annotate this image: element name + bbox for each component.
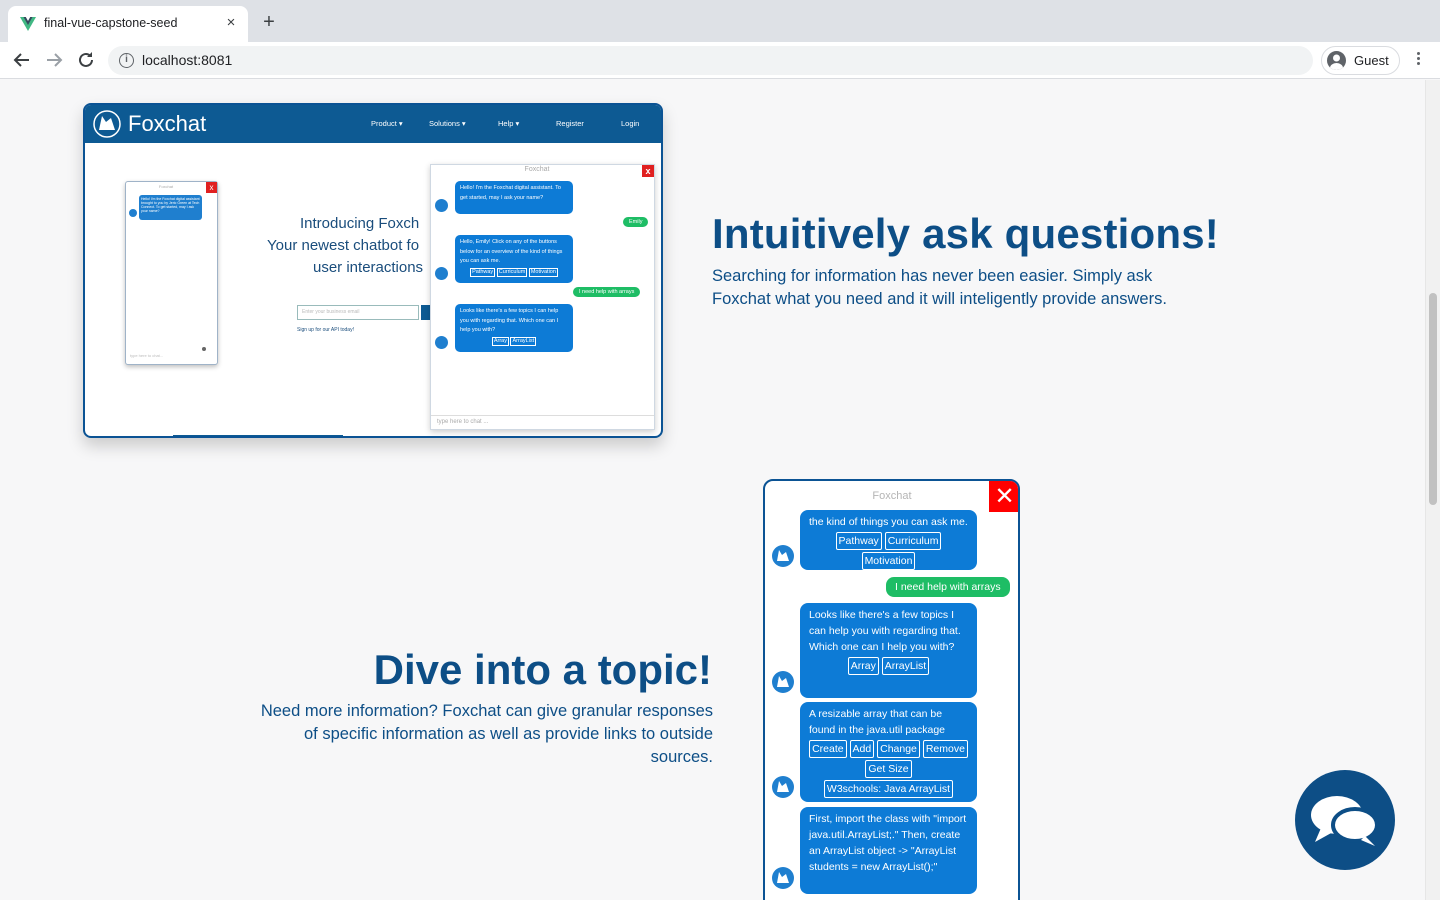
user-message: I need help with arrays — [886, 577, 1010, 597]
screenshot-nav-product: Product ▾ — [371, 119, 403, 128]
screenshot-bot-bubble-2-chips: Pathway Curriculum Motivation — [460, 267, 568, 278]
mini-chat-input: type here to chat... — [130, 353, 164, 358]
screenshot-intro-line-3: user interactions — [313, 259, 424, 276]
screenshot-chat-window: Foxchat x Hello! I'm the Foxchat digital… — [430, 164, 655, 430]
url-text[interactable]: localhost:8081 — [142, 52, 232, 68]
fox-logo-icon — [93, 110, 121, 138]
bot-message-3-text: A resizable array that can be found in t… — [809, 708, 946, 736]
bot-message-1-text: the kind of things you can ask me. — [809, 516, 968, 528]
open-chat-button[interactable] — [1295, 770, 1395, 870]
website-screenshot: Foxchat Product ▾ Solutions ▾ Help ▾ Reg… — [83, 103, 663, 438]
bot-message-3: A resizable array that can be found in t… — [800, 702, 977, 802]
back-arrow-icon[interactable] — [10, 48, 34, 72]
fox-avatar-icon — [772, 671, 794, 693]
screenshot-intro-line-1: Introducing Foxch — [300, 215, 420, 232]
mini-chat-title: Foxchat — [158, 184, 174, 189]
screenshot-chat-close-icon: x — [642, 165, 654, 177]
fox-avatar-icon — [435, 199, 448, 212]
chip-array-button[interactable]: Array — [847, 657, 879, 675]
browser-menu-icon[interactable] — [1409, 50, 1427, 70]
chip-array: Array — [491, 336, 509, 346]
screenshot-nav-help: Help ▾ — [498, 119, 520, 128]
page-scrollbar[interactable] — [1425, 80, 1440, 900]
screenshot-nav-login: Login — [621, 119, 640, 128]
tab-title: final-vue-capstone-seed — [44, 16, 178, 30]
address-bar[interactable]: i localhost:8081 — [108, 46, 1313, 75]
chip-create-button[interactable]: Create — [809, 740, 847, 758]
fox-avatar-icon — [435, 267, 448, 280]
page-content: Foxchat Product ▾ Solutions ▾ Help ▾ Reg… — [0, 80, 1425, 900]
new-tab-button[interactable]: + — [258, 12, 280, 34]
screenshot-navbar: Foxchat Product ▾ Solutions ▾ Help ▾ Reg… — [85, 105, 661, 143]
fox-avatar-icon — [772, 867, 794, 889]
bot-message-4: First, import the class with "import jav… — [800, 807, 977, 894]
chip-motivation-button[interactable]: Motivation — [861, 552, 916, 570]
section-heading-topic: Dive into a topic! — [373, 646, 712, 693]
profile-button[interactable]: Guest — [1321, 46, 1400, 75]
screenshot-nav-register: Register — [556, 119, 584, 128]
browser-tab[interactable]: final-vue-capstone-seed × — [8, 6, 248, 42]
fox-avatar-icon — [772, 776, 794, 798]
chip-w3schools-link[interactable]: W3schools: Java ArrayList — [823, 780, 954, 798]
vue-logo-icon — [20, 17, 36, 31]
chip-remove-button[interactable]: Remove — [922, 740, 968, 758]
screenshot-bot-bubble-3-chips: Array ArrayList — [460, 336, 568, 347]
site-info-icon[interactable]: i — [119, 53, 134, 68]
screenshot-bot-bubble-1: Hello! I'm the Foxchat digital assistant… — [455, 181, 573, 214]
forward-arrow-icon[interactable] — [42, 48, 66, 72]
chip-motivation: Motivation — [528, 267, 558, 277]
mini-chat-bubble: Hello! I'm the Foxchat digital assistant… — [139, 195, 202, 220]
bot-message-2-chips: Array ArrayList — [809, 656, 968, 676]
chip-pathway-button[interactable]: Pathway — [835, 532, 882, 550]
screenshot-bot-bubble-3-text: Looks like there's a few topics I can he… — [460, 308, 559, 333]
bot-message-3-chips: Create Add Change Remove Get Size W3scho… — [809, 739, 968, 799]
guest-avatar-icon — [1327, 51, 1346, 70]
screenshot-intro-line-2: Your newest chatbot fo — [267, 237, 420, 254]
tab-strip: final-vue-capstone-seed × + — [0, 0, 1440, 42]
tab-close-icon[interactable]: × — [222, 14, 240, 32]
chat-window-demo: Foxchat ✕ the kind of things you can ask… — [763, 479, 1020, 900]
screenshot-bottom-bar — [173, 435, 343, 436]
browser-toolbar: i localhost:8081 Guest — [0, 42, 1440, 79]
screenshot-chat-input: type here to chat ... — [431, 415, 654, 429]
section-body-topic: Need more information? Foxchat can give … — [260, 702, 713, 766]
profile-label: Guest — [1354, 53, 1389, 68]
chip-arraylist: ArrayList — [510, 336, 537, 346]
screenshot-signup-text: Sign up for our API today! — [297, 327, 354, 333]
section-heading-ask: Intuitively ask questions! — [712, 210, 1219, 257]
bot-message-2: Looks like there's a few topics I can he… — [800, 603, 977, 698]
screenshot-brand: Foxchat — [128, 111, 207, 136]
reload-icon[interactable] — [74, 48, 98, 72]
chip-curriculum-button[interactable]: Curriculum — [884, 532, 942, 550]
screenshot-user-bubble-1: Emily — [623, 217, 649, 227]
mini-chat-close-icon: x — [206, 182, 217, 193]
screenshot-mini-chat: Foxchat x Hello! I'm the Foxchat digital… — [125, 181, 218, 365]
screenshot-bot-bubble-3: Looks like there's a few topics I can he… — [455, 304, 573, 352]
bot-message-1-chips: Pathway Curriculum Motivation — [809, 531, 968, 571]
mini-chat-dot — [202, 347, 206, 351]
chat-bubbles-icon — [1311, 796, 1379, 846]
chip-pathway: Pathway — [470, 267, 496, 277]
chip-add-button[interactable]: Add — [849, 740, 875, 758]
screenshot-bot-bubble-2: Hello, Emily! Click on any of the button… — [455, 235, 573, 283]
section-body-ask: Searching for information has never been… — [712, 267, 1167, 308]
chip-change-button[interactable]: Change — [877, 740, 920, 758]
chip-get-size-button[interactable]: Get Size — [865, 760, 912, 778]
screenshot-nav-solutions: Solutions ▾ — [429, 119, 466, 128]
fox-avatar-icon — [435, 336, 448, 349]
screenshot-email-input: Enter your business email — [297, 305, 419, 320]
screenshot-bot-bubble-2-text: Hello, Emily! Click on any of the button… — [460, 239, 563, 264]
fox-avatar-icon — [772, 545, 794, 567]
bot-message-1: the kind of things you can ask me. Pathw… — [800, 510, 977, 570]
close-icon[interactable]: ✕ — [989, 481, 1018, 512]
fox-avatar-icon — [129, 209, 137, 217]
chat-window-title: Foxchat — [872, 490, 912, 502]
screenshot-user-bubble-2: I need help with arrays — [573, 287, 641, 297]
chip-arraylist-button[interactable]: ArrayList — [881, 657, 930, 675]
bot-message-2-text: Looks like there's a few topics I can he… — [809, 609, 961, 653]
scrollbar-thumb[interactable] — [1429, 293, 1437, 505]
screenshot-chat-title: Foxchat — [524, 166, 550, 173]
chip-curriculum: Curriculum — [496, 267, 528, 277]
